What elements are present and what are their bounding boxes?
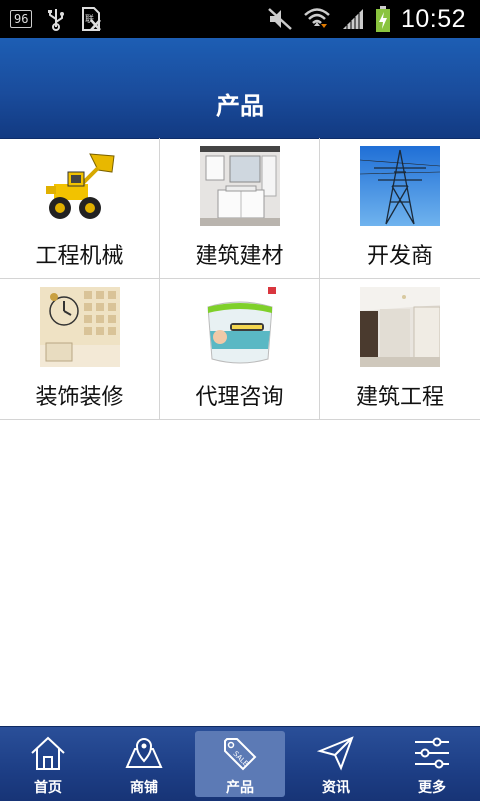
nav-shops[interactable]: 商铺 (96, 727, 192, 801)
category-grid: 工程机械 建筑建材 开发商 装饰装修 代理咨询 建筑工程 (0, 138, 480, 420)
page-title: 产品 (216, 92, 264, 120)
app-header: 产品 (0, 38, 480, 139)
category-label: 开发商 (366, 244, 433, 269)
category-label: 建筑建材 (195, 244, 284, 269)
clock: 10:52 (400, 4, 466, 33)
category-label: 工程机械 (35, 244, 124, 269)
category-agency-consulting[interactable]: 代理咨询 (160, 279, 320, 420)
paper-plane-icon (317, 736, 354, 771)
nav-news[interactable]: 资讯 (288, 727, 384, 801)
sim-blocked-icon: 联 (82, 7, 102, 31)
category-machinery[interactable]: 工程机械 (0, 138, 160, 279)
status-bar: 96 联 10:52 (0, 0, 480, 38)
category-construction-engineering[interactable]: 建筑工程 (320, 279, 480, 420)
nav-label: 更多 (418, 780, 446, 796)
interior-ceiling-image (360, 287, 440, 367)
category-label: 代理咨询 (195, 385, 284, 410)
usb-icon (48, 9, 65, 31)
category-label: 建筑工程 (355, 385, 444, 410)
signal-icon (342, 9, 363, 29)
home-icon (31, 736, 65, 770)
category-decoration[interactable]: 装饰装修 (0, 279, 160, 420)
nav-label: 产品 (226, 780, 254, 796)
battery-icon (375, 6, 390, 32)
category-label: 装饰装修 (35, 385, 124, 410)
nav-products[interactable]: SALE 产品 (192, 727, 288, 801)
notification-badge: 96 (10, 10, 33, 28)
grid-row: 工程机械 建筑建材 开发商 (0, 138, 480, 279)
category-building-materials[interactable]: 建筑建材 (160, 138, 320, 279)
wifi-icon (304, 8, 330, 28)
nav-home[interactable]: 首页 (0, 727, 96, 801)
paint-bucket-image (200, 287, 280, 367)
map-icon (125, 738, 163, 768)
bathroom-cabinet-image (200, 146, 280, 226)
nav-label: 商铺 (130, 780, 158, 796)
loader-image (40, 146, 120, 226)
nav-label: 首页 (34, 780, 62, 796)
wall-clock-decor-image (40, 287, 120, 367)
grid-row: 装饰装修 代理咨询 建筑工程 (0, 279, 480, 420)
category-developer[interactable]: 开发商 (320, 138, 480, 279)
power-tower-image (360, 146, 440, 226)
bottom-nav: 首页 商铺 SALE 产品 资讯 更多 (0, 726, 480, 801)
status-right: 10:52 (267, 0, 466, 38)
mute-icon (268, 8, 292, 30)
nav-more[interactable]: 更多 (384, 727, 480, 801)
status-left: 96 联 (10, 0, 102, 38)
sale-tag-icon: SALE (224, 738, 257, 771)
nav-label: 资讯 (322, 780, 350, 796)
sliders-icon (415, 737, 449, 769)
